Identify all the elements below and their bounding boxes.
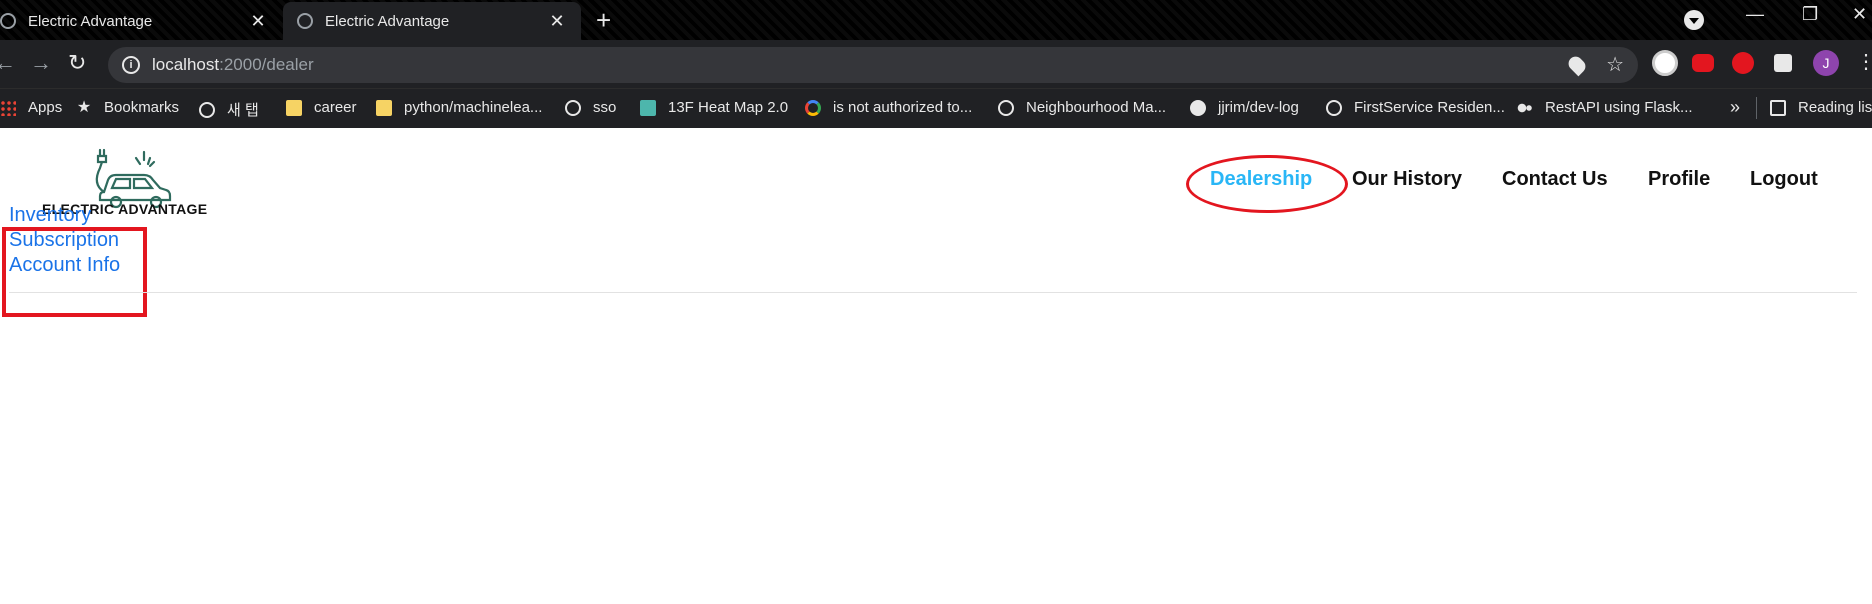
menu-kebab-icon[interactable]: ⋮ [1856,50,1872,76]
nav-logout[interactable]: Logout [1750,168,1818,191]
site-info-icon[interactable]: i [122,56,140,74]
browser-tab[interactable]: Electric Advantage ✕ [0,2,282,40]
nav-dealership[interactable]: Dealership [1210,168,1312,191]
sidebar-link-subscription[interactable]: Subscription [9,229,119,252]
github-icon [1190,99,1206,116]
browser-tab-strip: Electric Advantage ✕ Electric Advantage … [0,0,1872,40]
globe-icon [199,101,215,118]
tab-title: Electric Advantage [325,12,450,30]
bookmark-item[interactable]: FirstService Residen... [1326,99,1505,116]
medium-icon [1517,99,1533,116]
nav-contact-us[interactable]: Contact Us [1502,168,1608,191]
page-content: ELECTRIC ADVANTAGE Dealership Our Histor… [0,128,1872,604]
globe-icon [0,13,16,29]
bookmark-item[interactable]: 새 탭 [199,99,259,120]
new-tab-button[interactable]: + [596,6,611,34]
close-icon[interactable]: ✕ [545,11,569,32]
browser-tab-active[interactable]: Electric Advantage ✕ [283,2,581,40]
bookmark-item[interactable]: 13F Heat Map 2.0 [640,99,788,116]
youtube-extension-icon[interactable] [1692,54,1714,72]
close-icon[interactable]: ✕ [246,11,270,32]
globe-icon [998,99,1014,116]
apps-icon [0,99,16,116]
profile-avatar[interactable]: J [1813,50,1839,76]
extension-icon[interactable] [1652,50,1678,76]
star-icon: ★ [76,98,92,116]
folder-icon [640,99,656,116]
nav-profile[interactable]: Profile [1648,168,1710,191]
bookmark-item[interactable]: career [286,99,357,116]
sidebar-link-account-info[interactable]: Account Info [9,254,120,277]
tab-search-icon[interactable] [1684,10,1704,30]
extensions-puzzle-icon[interactable] [1774,54,1792,72]
browser-toolbar: ← → ↻ i localhost:2000/dealer ☆ [0,40,1872,88]
tab-title: Electric Advantage [28,12,153,30]
bookmark-item[interactable]: Neighbourhood Ma... [998,99,1166,116]
nav-our-history[interactable]: Our History [1352,168,1462,191]
more-bookmarks-chevron-icon[interactable]: » [1730,97,1740,118]
address-bar[interactable]: i localhost:2000/dealer ☆ [108,47,1638,83]
bookmark-item[interactable]: is not authorized to... [805,99,972,116]
reading-list-icon [1770,99,1786,116]
close-window-button[interactable]: ✕ [1852,4,1867,25]
sidebar-link-inventory[interactable]: Inventory [9,204,91,227]
forward-arrow-icon[interactable]: → [30,50,52,76]
bookmark-item[interactable]: RestAPI using Flask... [1517,99,1693,116]
bookmark-item[interactable]: sso [565,99,616,116]
divider [1756,97,1757,119]
reading-list-button[interactable]: Reading list [1770,99,1872,116]
bookmark-item[interactable]: python/machinelea... [376,99,542,116]
google-icon [805,99,821,116]
globe-icon [565,99,581,116]
folder-icon [376,99,392,116]
back-arrow-icon[interactable]: ← [0,50,16,76]
url-text[interactable]: localhost:2000/dealer [152,55,314,75]
location-blocked-icon[interactable] [1565,53,1589,77]
globe-icon [297,13,313,29]
adblock-plus-icon[interactable] [1732,52,1754,74]
divider [9,292,1857,293]
bookmark-star-icon[interactable]: ☆ [1606,52,1624,77]
bookmarks-bar: Apps ★ Bookmarks 새 탭 career python/machin… [0,88,1872,128]
globe-icon [1326,99,1342,116]
reload-icon[interactable]: ↻ [68,50,86,76]
folder-icon [286,99,302,116]
bookmark-item[interactable]: jjrim/dev-log [1190,99,1299,116]
maximize-button[interactable]: ❐ [1802,4,1818,25]
bookmark-item[interactable]: ★ Bookmarks [76,99,179,116]
bookmark-item[interactable]: Apps [0,99,62,116]
minimize-button[interactable]: — [1746,4,1764,25]
